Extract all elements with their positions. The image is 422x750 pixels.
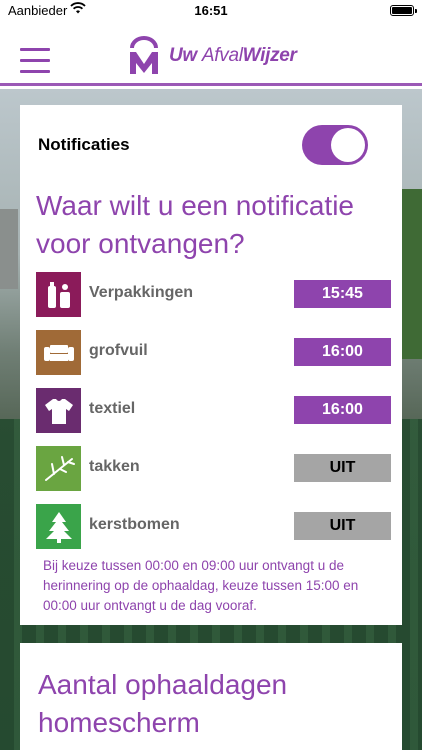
notification-time-button[interactable]: UIT bbox=[294, 512, 391, 540]
notifications-label: Notificaties bbox=[38, 135, 130, 154]
waste-type-name: takken bbox=[89, 458, 140, 475]
christmas-tree-icon bbox=[36, 504, 81, 549]
hamburger-menu-button[interactable] bbox=[20, 48, 50, 74]
list-item-takken: takken UIT bbox=[36, 446, 391, 504]
section-title: Aantal ophaaldagen homescherm bbox=[38, 669, 288, 738]
notification-time-button[interactable]: UIT bbox=[294, 454, 391, 482]
list-item-textiel: textiel 16:00 bbox=[36, 388, 391, 446]
notification-time-button[interactable]: 16:00 bbox=[294, 396, 391, 424]
packaging-icon bbox=[36, 272, 81, 317]
logo-wordmark: Uw AfvalWijzer bbox=[169, 45, 297, 66]
list-item-verpakkingen: Verpakkingen 15:45 bbox=[36, 272, 391, 330]
status-bar: Aanbieder 16:51 bbox=[0, 0, 422, 22]
notifications-row: Notificaties bbox=[38, 125, 384, 165]
sofa-icon bbox=[36, 330, 81, 375]
notification-time-button[interactable]: 16:00 bbox=[294, 338, 391, 366]
waste-type-name: kerstbomen bbox=[89, 516, 180, 533]
notifications-toggle[interactable] bbox=[302, 125, 368, 165]
notification-question: Waar wilt u een notificatie voor ontvang… bbox=[36, 190, 354, 259]
clock: 16:51 bbox=[194, 3, 228, 18]
branch-icon bbox=[36, 446, 81, 491]
list-item-grofvuil: grofvuil 16:00 bbox=[36, 330, 391, 388]
battery-icon bbox=[390, 5, 417, 16]
waste-type-name: textiel bbox=[89, 400, 136, 417]
afvalwijzer-logo-icon bbox=[130, 36, 158, 74]
app-header: Uw AfvalWijzer bbox=[0, 22, 422, 86]
waste-type-name: grofvuil bbox=[89, 342, 148, 359]
waste-type-name: Verpakkingen bbox=[89, 284, 194, 301]
list-item-kerstbomen: kerstbomen UIT bbox=[36, 504, 391, 562]
app-logo: Uw AfvalWijzer bbox=[127, 34, 297, 78]
waste-type-list: Verpakkingen 15:45 grofvuil 16:00 textie… bbox=[36, 272, 391, 562]
shirt-icon bbox=[36, 388, 81, 433]
homescreen-days-card: Aantal ophaaldagen homescherm bbox=[20, 643, 402, 750]
info-text: Bij keuze tussen 00:00 en 09:00 uur ontv… bbox=[43, 558, 359, 613]
notification-time-button[interactable]: 15:45 bbox=[294, 280, 391, 308]
notification-settings-card: Notificaties Waar wilt u een notificatie… bbox=[20, 105, 402, 625]
